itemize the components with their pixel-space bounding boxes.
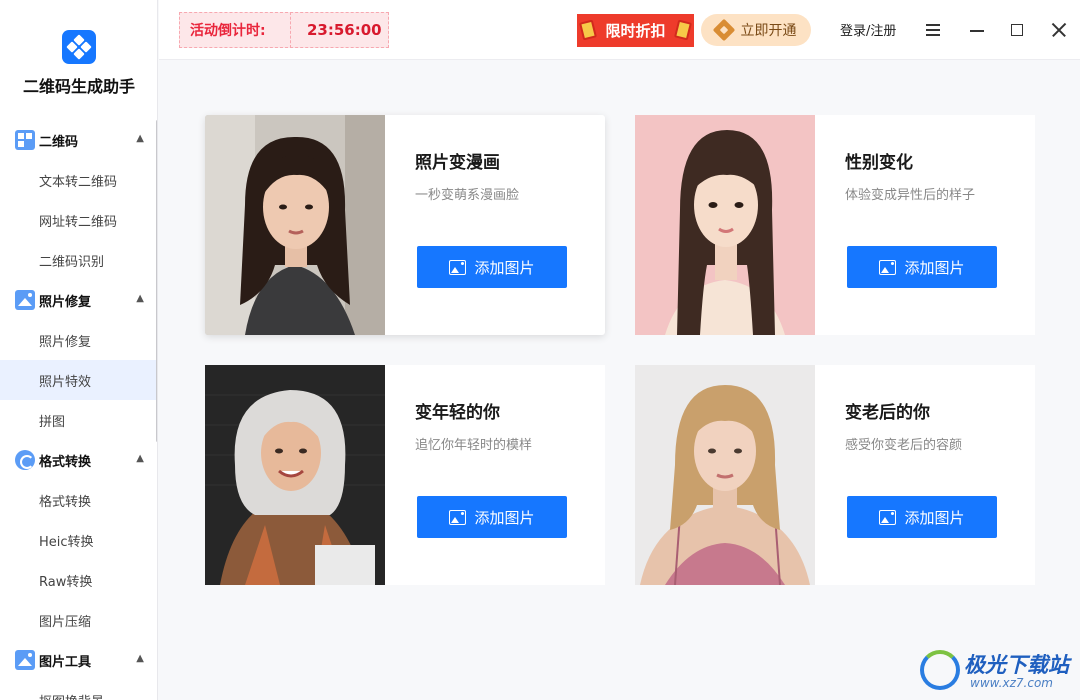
vip-label: 立即开通: [740, 23, 797, 39]
image-icon: [879, 259, 897, 275]
feature-card-cartoon[interactable]: 照片变漫画 一秒变萌系漫画脸 添加图片: [205, 115, 605, 335]
sample-photo: [635, 365, 815, 585]
vip-activate-button[interactable]: 立即开通: [701, 14, 811, 46]
sidebar-item-url-to-qrcode[interactable]: 网址转二维码: [0, 200, 156, 240]
sidebar-group-qrcode[interactable]: 二维码 ▲: [0, 120, 156, 160]
feature-card-gender[interactable]: 性别变化 体验变成异性后的样子 添加图片: [635, 115, 1035, 335]
sidebar-item-raw-convert[interactable]: Raw转换: [0, 560, 156, 600]
add-image-button[interactable]: 添加图片: [847, 246, 997, 288]
card-description: 追忆你年轻时的模样: [415, 438, 533, 453]
sample-photo: [205, 365, 385, 585]
card-body: 照片变漫画 一秒变萌系漫画脸 添加图片: [385, 115, 605, 335]
sidebar-item-text-to-qrcode[interactable]: 文本转二维码: [0, 160, 156, 200]
chevron-up-icon: ▲: [136, 293, 144, 304]
sidebar-scrollbar[interactable]: [156, 120, 157, 442]
add-image-button[interactable]: 添加图片: [417, 246, 567, 288]
chevron-up-icon: ▲: [136, 653, 144, 664]
sidebar-group-image-tools[interactable]: 图片工具 ▲: [0, 640, 156, 680]
image-icon: [449, 509, 467, 525]
sidebar-item-photo-effects[interactable]: 照片特效: [0, 360, 156, 400]
card-description: 体验变成异性后的样子: [845, 188, 976, 203]
login-register-link[interactable]: 登录/注册: [840, 20, 896, 39]
diamond-icon: [712, 18, 735, 42]
image-icon: [449, 259, 467, 275]
discount-label: 限时折扣: [605, 22, 666, 40]
card-description: 感受你变老后的容颜: [845, 438, 963, 453]
convert-icon: [15, 450, 35, 470]
photo-icon: [15, 290, 35, 310]
feature-card-older[interactable]: 变老后的你 感受你变老后的容颜 添加图片: [635, 365, 1035, 585]
sidebar-group-label: 照片修复: [39, 294, 92, 310]
add-image-label: 添加图片: [904, 258, 965, 277]
red-envelope-icon: [674, 19, 692, 41]
qrcode-icon: [15, 130, 35, 150]
top-bar: 活动倒计时: 23:56:00 限时折扣 立即开通 登录/注册: [159, 0, 1080, 60]
sidebar-item-cutout-background[interactable]: 抠图换背景: [0, 680, 156, 700]
add-image-button[interactable]: 添加图片: [417, 496, 567, 538]
add-image-label: 添加图片: [474, 508, 535, 527]
countdown-label: 活动倒计时:: [190, 23, 266, 39]
watermark-url: www.xz7.com: [970, 676, 1053, 690]
card-body: 性别变化 体验变成异性后的样子 添加图片: [815, 115, 1035, 335]
maximize-icon[interactable]: [1005, 18, 1029, 42]
countdown-banner: 活动倒计时: 23:56:00: [179, 12, 389, 48]
watermark: 极光下载站 www.xz7.com: [918, 646, 1078, 696]
sidebar-group-label: 图片工具: [39, 654, 92, 670]
watermark-name: 极光下载站: [964, 653, 1069, 677]
sample-photo: [205, 115, 385, 335]
sidebar-item-photo-repair[interactable]: 照片修复: [0, 320, 156, 360]
sidebar: 二维码生成助手 二维码 ▲ 文本转二维码 网址转二维码 二维码识别 照片修复 ▲…: [0, 0, 158, 700]
close-icon[interactable]: [1047, 18, 1071, 42]
sidebar-group-label: 二维码: [39, 134, 79, 150]
sidebar-item-qrcode-recognition[interactable]: 二维码识别: [0, 240, 156, 280]
sidebar-menu: 二维码 ▲ 文本转二维码 网址转二维码 二维码识别 照片修复 ▲ 照片修复 照片…: [0, 120, 156, 700]
add-image-label: 添加图片: [904, 508, 965, 527]
sidebar-item-image-compress[interactable]: 图片压缩: [0, 600, 156, 640]
sidebar-group-photo-repair[interactable]: 照片修复 ▲: [0, 280, 156, 320]
chevron-up-icon: ▲: [136, 453, 144, 464]
card-description: 一秒变萌系漫画脸: [415, 188, 520, 203]
app-logo-icon: [62, 30, 96, 64]
add-image-button[interactable]: 添加图片: [847, 496, 997, 538]
countdown-time: 23:56:00: [307, 21, 382, 39]
minimize-icon[interactable]: [965, 18, 989, 42]
sidebar-group-label: 格式转换: [39, 454, 92, 470]
watermark-logo-icon: [920, 650, 960, 690]
sidebar-group-format-convert[interactable]: 格式转换 ▲: [0, 440, 156, 480]
card-body: 变年轻的你 追忆你年轻时的模样 添加图片: [385, 365, 605, 585]
image-tools-icon: [15, 650, 35, 670]
card-title: 变老后的你: [845, 403, 930, 423]
sidebar-item-format-convert[interactable]: 格式转换: [0, 480, 156, 520]
image-icon: [879, 509, 897, 525]
sidebar-item-collage[interactable]: 拼图: [0, 400, 156, 440]
card-title: 变年轻的你: [415, 403, 500, 423]
app-title: 二维码生成助手: [22, 77, 135, 96]
card-body: 变老后的你 感受你变老后的容颜 添加图片: [815, 365, 1035, 585]
discount-button[interactable]: 限时折扣: [577, 14, 694, 47]
sidebar-item-heic-convert[interactable]: Heic转换: [0, 520, 156, 560]
card-title: 照片变漫画: [415, 153, 500, 173]
card-title: 性别变化: [845, 153, 913, 173]
sample-photo: [635, 115, 815, 335]
menu-icon[interactable]: [921, 18, 945, 42]
add-image-label: 添加图片: [474, 258, 535, 277]
chevron-up-icon: ▲: [136, 133, 144, 144]
red-envelope-icon: [579, 19, 597, 41]
feature-card-younger[interactable]: 变年轻的你 追忆你年轻时的模样 添加图片: [205, 365, 605, 585]
